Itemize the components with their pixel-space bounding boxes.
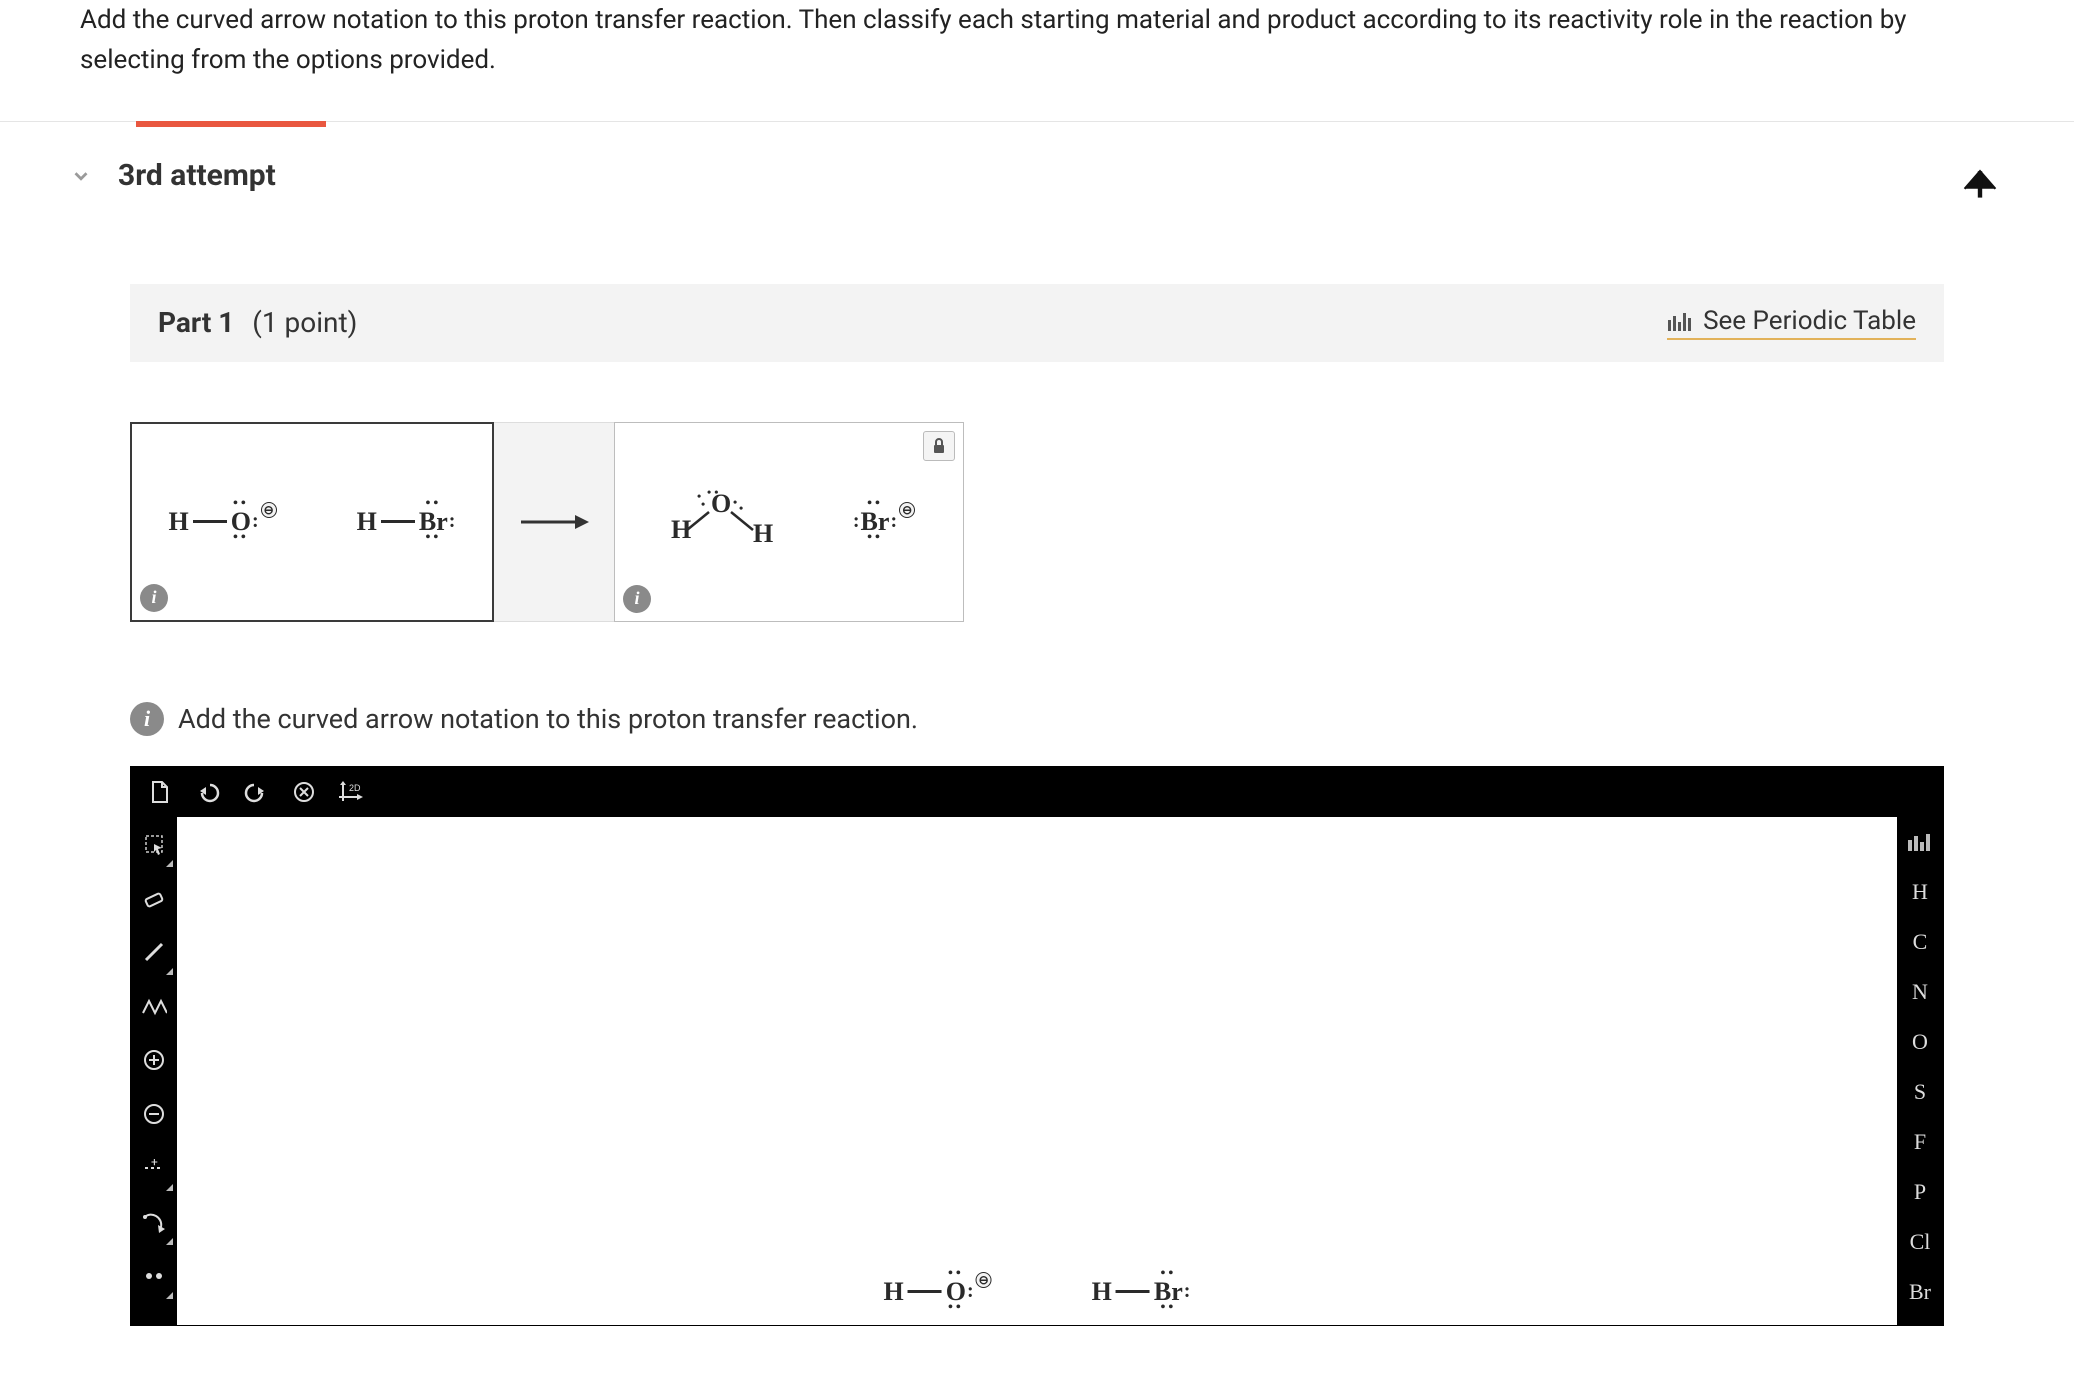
attempt-active-underline <box>136 121 326 127</box>
editor-canvas[interactable]: H ••O••: ⊖ H ••Br••: <box>177 817 1897 1325</box>
part-header: Part 1 (1 point) See Periodic Table <box>130 284 1944 362</box>
instruction-text: Add the curved arrow notation to this pr… <box>178 703 918 735</box>
lone-pair-dots-icon[interactable] <box>131 1249 177 1303</box>
canvas-hbr[interactable]: H ••Br••: <box>1092 1277 1191 1307</box>
attempt-label: 3rd attempt <box>118 158 276 193</box>
redo-icon[interactable] <box>241 777 271 807</box>
chain-icon[interactable] <box>131 979 177 1033</box>
svg-text:•: • <box>697 489 701 503</box>
structure-editor[interactable]: 2D <box>130 766 1944 1326</box>
negative-charge-icon: ⊖ <box>899 502 915 518</box>
element-h-button[interactable]: H <box>1897 867 1943 917</box>
editor-top-toolbar: 2D <box>131 767 1943 817</box>
minus-charge-icon[interactable] <box>131 1087 177 1141</box>
svg-text:+: + <box>151 1158 158 1169</box>
element-s-button[interactable]: S <box>1897 1067 1943 1117</box>
question-text: Add the curved arrow notation to this pr… <box>0 0 2074 121</box>
editor-left-toolbar: + <box>131 817 177 1325</box>
undo-icon[interactable] <box>193 777 223 807</box>
info-icon[interactable]: i <box>140 584 168 612</box>
products-box[interactable]: H O • • • • • • H : ••Br••: ⊖ <box>614 422 964 622</box>
eraser-icon[interactable] <box>131 871 177 925</box>
collapse-arrow-icon[interactable] <box>1958 158 1994 194</box>
reactant-hydroxide: H ••O••: ⊖ <box>169 507 277 537</box>
product-bromide: : ••Br••: ⊖ <box>853 507 915 537</box>
select-icon[interactable] <box>131 817 177 871</box>
svg-text:•: • <box>739 501 743 515</box>
product-water: H O • • • • • • H <box>663 488 773 555</box>
bond-icon[interactable] <box>131 925 177 979</box>
periodic-table-label: See Periodic Table <box>1703 306 1916 336</box>
plus-charge-icon[interactable] <box>131 1033 177 1087</box>
clear-icon[interactable] <box>289 777 319 807</box>
svg-text:•: • <box>701 497 705 511</box>
reaction-scheme: H ••O••: ⊖ H ••Br••: i H O • • <box>130 422 1944 622</box>
part-title: Part 1 <box>158 306 234 339</box>
element-f-button[interactable]: F <box>1897 1117 1943 1167</box>
new-file-icon[interactable] <box>145 777 175 807</box>
reaction-arrow <box>494 422 614 622</box>
chevron-down-icon[interactable] <box>70 165 92 187</box>
svg-text:•: • <box>733 495 737 509</box>
canvas-hydroxide[interactable]: H ••O••: ⊖ <box>884 1277 992 1307</box>
lone-pair-icon[interactable]: + <box>131 1141 177 1195</box>
curved-arrow-icon[interactable] <box>131 1195 177 1249</box>
periodic-mini-icon[interactable] <box>1897 817 1943 867</box>
element-n-button[interactable]: N <box>1897 967 1943 1017</box>
svg-text:• •: • • <box>707 488 718 499</box>
element-p-button[interactable]: P <box>1897 1167 1943 1217</box>
info-icon[interactable]: i <box>623 585 651 613</box>
element-o-button[interactable]: O <box>1897 1017 1943 1067</box>
info-icon[interactable]: i <box>130 702 164 736</box>
element-cl-button[interactable]: Cl <box>1897 1217 1943 1267</box>
element-br-button[interactable]: Br <box>1897 1267 1943 1317</box>
editor-right-toolbar: H C N O S F P Cl Br <box>1897 817 1943 1325</box>
lock-icon <box>923 431 955 461</box>
see-periodic-table-button[interactable]: See Periodic Table <box>1667 306 1916 340</box>
svg-text:2D: 2D <box>349 783 361 793</box>
element-c-button[interactable]: C <box>1897 917 1943 967</box>
svg-text:H: H <box>753 519 773 548</box>
part-points: (1 point) <box>252 306 357 339</box>
reactant-hbr: H ••Br••: <box>357 507 456 537</box>
view-2d-button[interactable]: 2D <box>337 777 367 807</box>
negative-charge-icon: ⊖ <box>261 502 277 518</box>
attempt-bar: 3rd attempt <box>0 121 2074 204</box>
negative-charge-icon: ⊖ <box>976 1272 992 1288</box>
periodic-table-icon <box>1667 310 1691 332</box>
reactants-box[interactable]: H ••O••: ⊖ H ••Br••: i <box>130 422 494 622</box>
